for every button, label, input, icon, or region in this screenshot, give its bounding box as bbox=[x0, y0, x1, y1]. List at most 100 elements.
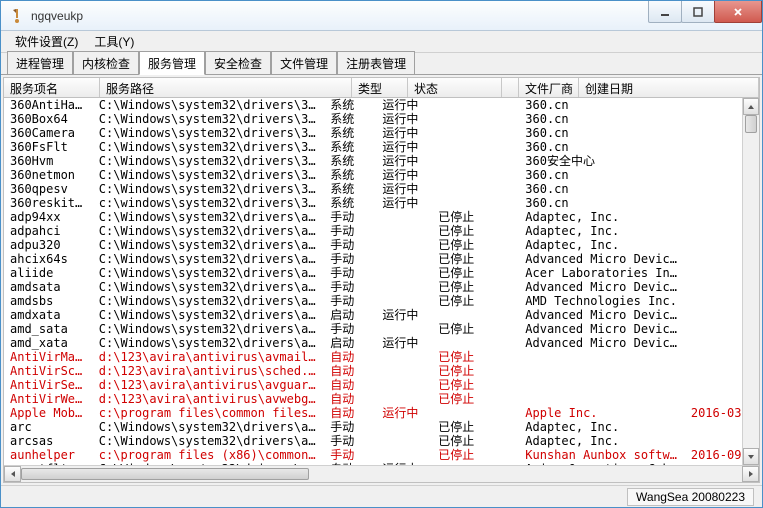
minimize-button[interactable] bbox=[648, 1, 682, 23]
hscroll-track[interactable] bbox=[21, 466, 742, 482]
table-row[interactable]: adp94xxC:\Windows\system32\drivers\adp94… bbox=[4, 210, 759, 224]
cell: amdsata bbox=[4, 280, 93, 294]
cell: 运行中 bbox=[376, 126, 432, 140]
cell: C:\Windows\system32\drivers\arc.sys bbox=[93, 420, 324, 434]
tab-1[interactable]: 内核检查 bbox=[73, 51, 139, 74]
vscroll-thumb[interactable] bbox=[745, 115, 757, 133]
cell: Adaptec, Inc. bbox=[519, 434, 685, 448]
column-header-0[interactable]: 服务项名 bbox=[4, 78, 100, 97]
cell: 运行中 bbox=[376, 182, 432, 196]
maximize-button[interactable] bbox=[681, 1, 715, 23]
table-row[interactable]: AntiVirSched...d:\123\avira\antivirus\sc… bbox=[4, 364, 759, 378]
cell: 手动 bbox=[324, 294, 376, 308]
tab-5[interactable]: 注册表管理 bbox=[337, 51, 415, 74]
cell bbox=[432, 406, 519, 420]
cell: AntiVirService bbox=[4, 378, 93, 392]
cell: 自动 bbox=[324, 392, 376, 406]
cell bbox=[376, 392, 432, 406]
cell: 已停止 bbox=[432, 364, 519, 378]
titlebar[interactable]: ngqveukp bbox=[1, 1, 762, 31]
cell: 已停止 bbox=[432, 434, 519, 448]
cell: c:\program files (x86)\common files... bbox=[93, 448, 324, 462]
table-row[interactable]: Apple Mobile...c:\program files\common f… bbox=[4, 406, 759, 420]
table-row[interactable]: 360AntiHackerC:\Windows\system32\drivers… bbox=[4, 98, 759, 112]
table-row[interactable]: avgntfltC:\Windows\system32\drivers\avgn… bbox=[4, 462, 759, 465]
table-row[interactable]: 360CameraC:\Windows\system32\drivers\360… bbox=[4, 126, 759, 140]
cell: 已停止 bbox=[432, 280, 519, 294]
column-header-4[interactable]: 文件厂商 bbox=[519, 78, 579, 97]
tab-3[interactable]: 安全检查 bbox=[205, 51, 271, 74]
cell: 已停止 bbox=[432, 224, 519, 238]
column-header-1[interactable]: 服务路径 bbox=[100, 78, 352, 97]
cell: AntiVirMailS... bbox=[4, 350, 93, 364]
table-row[interactable]: arcsasC:\Windows\system32\drivers\arcsas… bbox=[4, 434, 759, 448]
cell: 360qpesv bbox=[4, 182, 93, 196]
horizontal-scrollbar[interactable] bbox=[4, 465, 759, 482]
cell bbox=[376, 238, 432, 252]
cell: 已停止 bbox=[432, 210, 519, 224]
app-window: ngqveukp 软件设置(Z) 工具(Y) 进程管理内核检查服务管理安全检查文… bbox=[0, 0, 763, 508]
column-header-5[interactable]: 创建日期 bbox=[579, 78, 759, 97]
table-row[interactable]: amdsataC:\Windows\system32\drivers\amdsa… bbox=[4, 280, 759, 294]
cell: arc bbox=[4, 420, 93, 434]
cell: 系统 bbox=[324, 168, 376, 182]
table-row[interactable]: amd_xataC:\Windows\system32\drivers\amd_… bbox=[4, 336, 759, 350]
cell: C:\Windows\system32\drivers\360anti... bbox=[93, 98, 324, 112]
table-row[interactable]: AntiVirServiced:\123\avira\antivirus\avg… bbox=[4, 378, 759, 392]
cell: adp94xx bbox=[4, 210, 93, 224]
hscroll-thumb[interactable] bbox=[21, 468, 309, 480]
cell: 360.cn bbox=[519, 168, 685, 182]
table-row[interactable]: amdsbsC:\Windows\system32\drivers\amdsbs… bbox=[4, 294, 759, 308]
tab-4[interactable]: 文件管理 bbox=[271, 51, 337, 74]
table-row[interactable]: 360reskit64c:\windows\system32\drivers\3… bbox=[4, 196, 759, 210]
table-row[interactable]: arcC:\Windows\system32\drivers\arc.sys手动… bbox=[4, 420, 759, 434]
cell bbox=[376, 252, 432, 266]
cell: C:\Windows\system32\drivers\360fsfl... bbox=[93, 140, 324, 154]
cell: AMD Technologies Inc. bbox=[519, 294, 685, 308]
cell: 360.cn bbox=[519, 112, 685, 126]
tab-0[interactable]: 进程管理 bbox=[7, 51, 73, 74]
cell bbox=[519, 364, 685, 378]
cell: C:\Windows\system32\drivers\ahcix64... bbox=[93, 252, 324, 266]
scroll-right-button[interactable] bbox=[742, 466, 759, 482]
scroll-left-button[interactable] bbox=[4, 466, 21, 482]
app-icon bbox=[9, 8, 25, 24]
grid-body[interactable]: 360AntiHackerC:\Windows\system32\drivers… bbox=[4, 98, 759, 465]
table-row[interactable]: aunhelperc:\program files (x86)\common f… bbox=[4, 448, 759, 462]
table-row[interactable]: amdxataC:\Windows\system32\drivers\amdxa… bbox=[4, 308, 759, 322]
scroll-up-button[interactable] bbox=[743, 98, 759, 115]
close-button[interactable] bbox=[714, 1, 762, 23]
column-header-3[interactable]: 状态 bbox=[408, 78, 502, 97]
cell: 360.cn bbox=[519, 126, 685, 140]
table-row[interactable]: adpu320C:\Windows\system32\drivers\adpu3… bbox=[4, 238, 759, 252]
table-row[interactable]: 360Box64C:\Windows\system32\drivers\360b… bbox=[4, 112, 759, 126]
menu-tools[interactable]: 工具(Y) bbox=[86, 31, 142, 52]
table-row[interactable]: 360FsFltC:\Windows\system32\drivers\360f… bbox=[4, 140, 759, 154]
cell: aliide bbox=[4, 266, 93, 280]
cell: d:\123\avira\antivirus\avmailc7.exe bbox=[93, 350, 324, 364]
cell: AntiVirSched... bbox=[4, 364, 93, 378]
table-row[interactable]: ahcix64sC:\Windows\system32\drivers\ahci… bbox=[4, 252, 759, 266]
table-row[interactable]: 360netmonC:\Windows\system32\drivers\360… bbox=[4, 168, 759, 182]
column-header-2[interactable]: 类型 bbox=[352, 78, 408, 97]
cell: 系统 bbox=[324, 140, 376, 154]
cell: Advanced Micro Devices, Inc bbox=[519, 252, 685, 266]
table-row[interactable]: 360qpesvC:\Windows\system32\drivers\360q… bbox=[4, 182, 759, 196]
table-row[interactable]: 360HvmC:\Windows\system32\drivers\360hvm… bbox=[4, 154, 759, 168]
tab-2[interactable]: 服务管理 bbox=[139, 51, 205, 75]
cell: 360.cn bbox=[519, 140, 685, 154]
cell: d:\123\avira\antivirus\avguard.exe bbox=[93, 378, 324, 392]
scroll-down-button[interactable] bbox=[743, 448, 759, 465]
table-row[interactable]: aliideC:\Windows\system32\drivers\aliide… bbox=[4, 266, 759, 280]
table-row[interactable]: adpahciC:\Windows\system32\drivers\adpah… bbox=[4, 224, 759, 238]
status-text: WangSea 20080223 bbox=[627, 488, 754, 506]
cell: AntiVirWebSe... bbox=[4, 392, 93, 406]
vertical-scrollbar[interactable] bbox=[742, 98, 759, 465]
menu-settings[interactable]: 软件设置(Z) bbox=[7, 31, 86, 52]
table-row[interactable]: amd_sataC:\Windows\system32\drivers\amd_… bbox=[4, 322, 759, 336]
cell: Adaptec, Inc. bbox=[519, 210, 685, 224]
table-row[interactable]: AntiVirWebSe...d:\123\avira\antivirus\av… bbox=[4, 392, 759, 406]
table-row[interactable]: AntiVirMailS...d:\123\avira\antivirus\av… bbox=[4, 350, 759, 364]
cell bbox=[376, 378, 432, 392]
cell: 运行中 bbox=[376, 336, 432, 350]
